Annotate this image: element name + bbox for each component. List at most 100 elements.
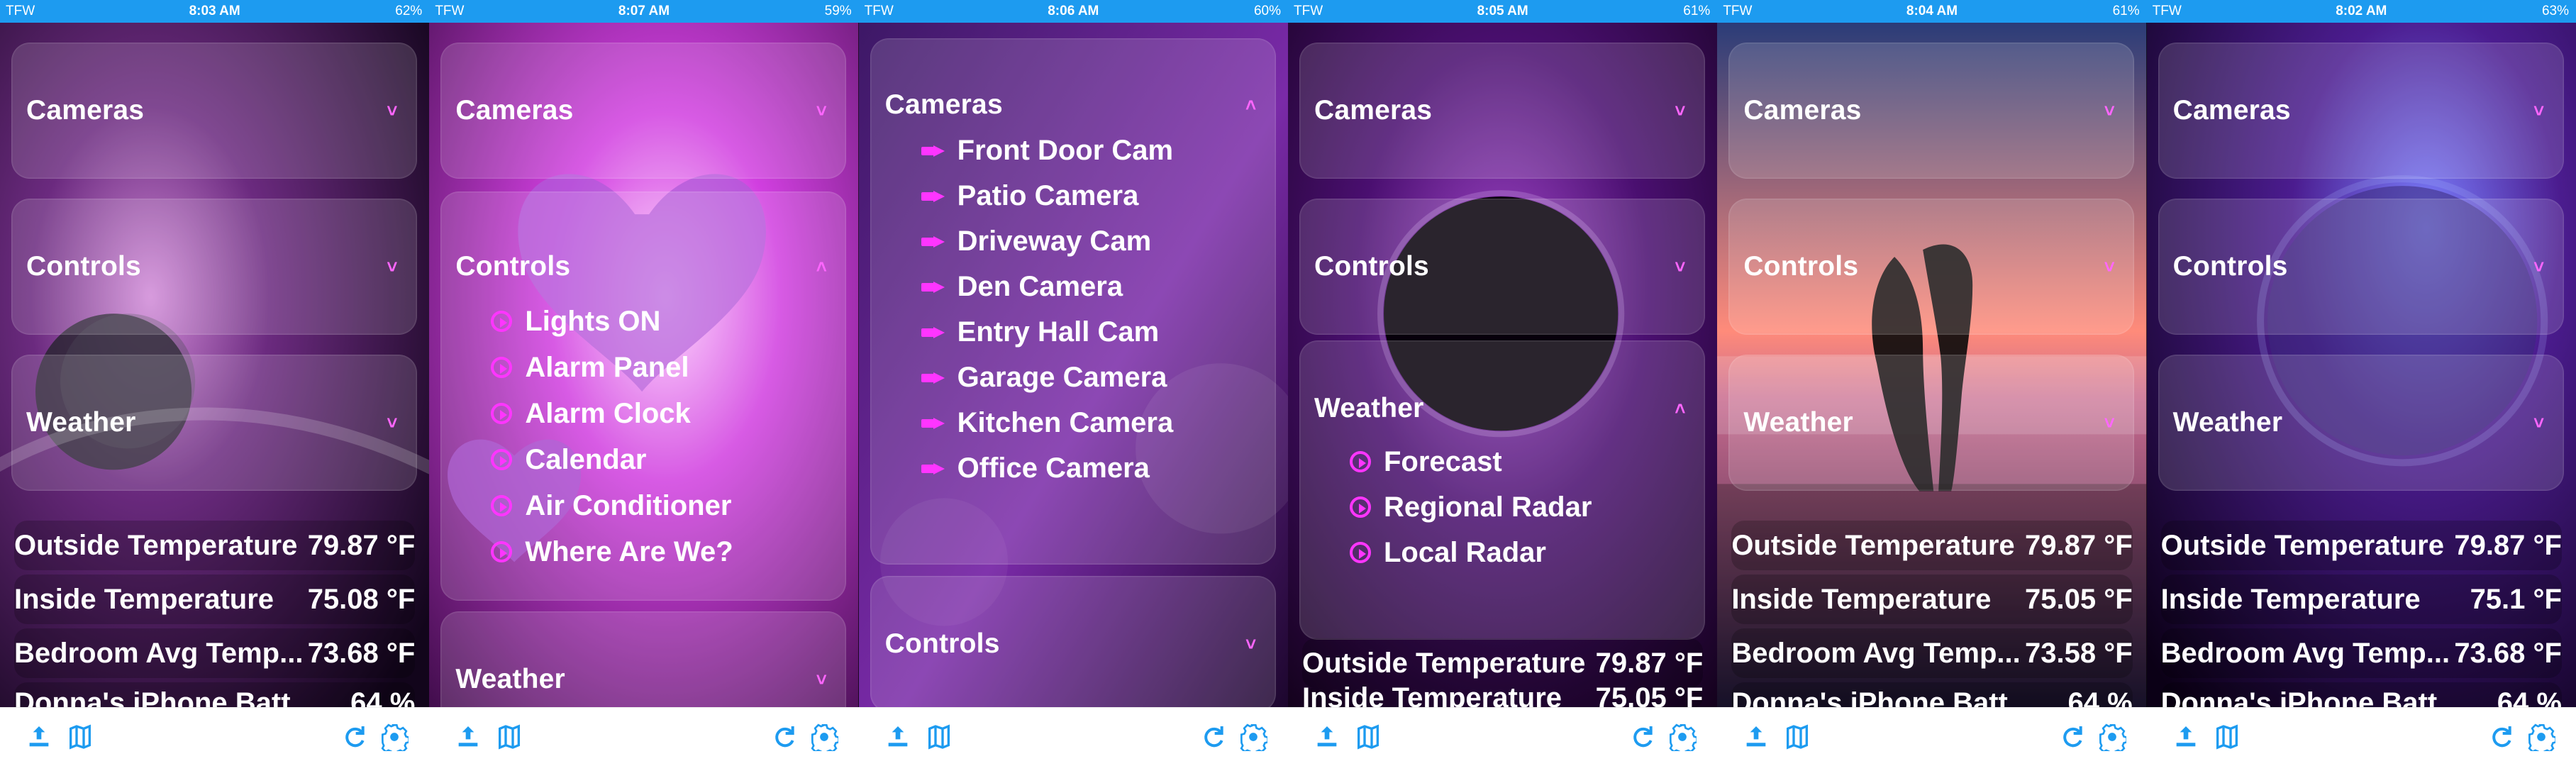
section-header[interactable]: Weather ˅ — [2173, 405, 2549, 440]
upload-icon[interactable] — [21, 719, 57, 755]
tile-inside-temperature[interactable]: Inside Temperature 75.1 °F — [2160, 574, 2562, 624]
section-cameras[interactable]: Cameras ˅ — [1728, 43, 2135, 179]
section-header[interactable]: Weather ˅ — [1743, 405, 2119, 440]
section-header[interactable]: Cameras ˅ — [2173, 93, 2549, 128]
gear-icon[interactable] — [2094, 719, 2130, 755]
chevron-down-icon[interactable]: ˅ — [2099, 100, 2119, 121]
weather-item[interactable]: Forecast — [1349, 446, 1502, 477]
chevron-down-icon[interactable]: ˅ — [1670, 256, 1690, 277]
gear-icon[interactable] — [2524, 719, 2559, 755]
tile-inside-temperature[interactable]: Inside Temperature 75.05 °F — [1731, 574, 2133, 624]
control-item[interactable]: Calendar — [491, 444, 647, 475]
control-item[interactable]: Air Conditioner — [491, 490, 731, 521]
tile-bedroom-temperature[interactable]: Bedroom Avg Temp... 73.68 °F — [14, 628, 416, 678]
map-icon[interactable] — [492, 719, 527, 755]
section-weather[interactable]: Weather ˅ — [440, 611, 847, 708]
control-item[interactable]: Alarm Clock — [491, 398, 691, 429]
chevron-up-icon[interactable]: ˄ — [1670, 398, 1690, 419]
section-cameras[interactable]: Cameras ˅ — [440, 43, 847, 179]
chevron-down-icon[interactable]: ˅ — [811, 100, 831, 121]
weather-item[interactable]: Regional Radar — [1349, 492, 1592, 523]
map-icon[interactable] — [62, 719, 98, 755]
section-weather[interactable]: Weather ˅ — [1728, 355, 2135, 491]
section-header[interactable]: Controls ˅ — [2173, 249, 2549, 284]
section-controls[interactable]: Controls ˄ Lights ON Alarm Panel Alarm C… — [440, 192, 847, 601]
tile-outside-temperature[interactable]: Outside Temperature 79.87 °F — [1301, 638, 1704, 688]
camera-item[interactable]: Garage Camera — [921, 362, 1167, 393]
chevron-down-icon[interactable]: ˅ — [382, 100, 402, 121]
section-header[interactable]: Controls ˅ — [26, 249, 402, 284]
upload-icon[interactable] — [880, 719, 916, 755]
chevron-down-icon[interactable]: ˅ — [2099, 256, 2119, 277]
section-header[interactable]: Cameras ˅ — [26, 93, 402, 128]
gear-icon[interactable] — [806, 719, 842, 755]
chevron-down-icon[interactable]: ˅ — [1670, 100, 1690, 121]
camera-item[interactable]: Kitchen Camera — [921, 407, 1173, 438]
section-controls[interactable]: Controls ˅ — [2158, 199, 2564, 335]
section-header[interactable]: Controls ˄ — [455, 249, 831, 284]
refresh-icon[interactable] — [767, 719, 802, 755]
section-header[interactable]: Controls ˅ — [885, 626, 1261, 662]
upload-icon[interactable] — [450, 719, 486, 755]
map-icon[interactable] — [2209, 719, 2245, 755]
tile-bedroom-temperature[interactable]: Bedroom Avg Temp... 73.58 °F — [1731, 628, 2133, 678]
upload-icon[interactable] — [2168, 719, 2204, 755]
section-header[interactable]: Weather ˄ — [1314, 391, 1690, 426]
tile-bedroom-temperature[interactable]: Bedroom Avg Temp... 73.68 °F — [2160, 628, 2562, 678]
camera-item[interactable]: Den Camera — [921, 271, 1123, 302]
section-header[interactable]: Cameras ˄ — [885, 87, 1261, 123]
section-cameras[interactable]: Cameras ˅ — [1299, 43, 1705, 179]
tile-outside-temperature[interactable]: Outside Temperature 79.87 °F — [14, 521, 416, 570]
section-header[interactable]: Controls ˅ — [1314, 249, 1690, 284]
tile-inside-temperature[interactable]: Inside Temperature 75.08 °F — [14, 574, 416, 624]
section-weather[interactable]: Weather ˅ — [11, 355, 417, 491]
refresh-icon[interactable] — [2484, 719, 2519, 755]
tile-inside-temperature[interactable]: Inside Temperature 75.05 °F — [1301, 682, 1704, 708]
gear-icon[interactable] — [1665, 719, 1700, 755]
control-item[interactable]: Where Are We? — [491, 536, 733, 567]
refresh-icon[interactable] — [1196, 719, 1231, 755]
control-item[interactable]: Lights ON — [491, 306, 660, 337]
chevron-down-icon[interactable]: ˅ — [1241, 633, 1261, 655]
section-header[interactable]: Controls ˅ — [1743, 249, 2119, 284]
refresh-icon[interactable] — [2055, 719, 2090, 755]
tile-outside-temperature[interactable]: Outside Temperature 79.87 °F — [1731, 521, 2133, 570]
map-icon[interactable] — [1350, 719, 1386, 755]
camera-item[interactable]: Office Camera — [921, 453, 1150, 484]
section-weather[interactable]: Weather ˅ — [2158, 355, 2564, 491]
camera-item[interactable]: Driveway Cam — [921, 226, 1151, 257]
section-controls[interactable]: Controls ˅ — [11, 199, 417, 335]
map-icon[interactable] — [921, 719, 957, 755]
chevron-up-icon[interactable]: ˄ — [811, 256, 831, 277]
section-controls[interactable]: Controls ˅ — [1299, 199, 1705, 335]
gear-icon[interactable] — [377, 719, 412, 755]
upload-icon[interactable] — [1738, 719, 1774, 755]
upload-icon[interactable] — [1309, 719, 1345, 755]
gear-icon[interactable] — [1236, 719, 1271, 755]
chevron-down-icon[interactable]: ˅ — [382, 412, 402, 433]
tile-iphone-battery[interactable]: Donna's iPhone Battery ... 64 % — [2160, 682, 2562, 708]
section-header[interactable]: Cameras ˅ — [1743, 93, 2119, 128]
refresh-icon[interactable] — [337, 719, 372, 755]
section-header[interactable]: Cameras ˅ — [455, 93, 831, 128]
chevron-down-icon[interactable]: ˅ — [811, 669, 831, 690]
chevron-down-icon[interactable]: ˅ — [2529, 412, 2549, 433]
tile-iphone-battery[interactable]: Donna's iPhone Battery ... 64 % — [1731, 682, 2133, 708]
control-item[interactable]: Alarm Panel — [491, 352, 689, 383]
tile-outside-temperature[interactable]: Outside Temperature 79.87 °F — [2160, 521, 2562, 570]
section-cameras[interactable]: Cameras ˅ — [11, 43, 417, 179]
camera-item[interactable]: Entry Hall Cam — [921, 316, 1159, 348]
section-controls[interactable]: Controls ˅ — [870, 576, 1276, 708]
section-cameras[interactable]: Cameras ˄ Front Door Cam Patio Camera Dr… — [870, 38, 1276, 565]
tile-iphone-battery[interactable]: Donna's iPhone Battery ... 64 % — [14, 682, 416, 708]
camera-item[interactable]: Front Door Cam — [921, 135, 1173, 166]
section-controls[interactable]: Controls ˅ — [1728, 199, 2135, 335]
section-cameras[interactable]: Cameras ˅ — [2158, 43, 2564, 179]
chevron-down-icon[interactable]: ˅ — [2529, 100, 2549, 121]
section-header[interactable]: Weather ˅ — [455, 662, 831, 697]
map-icon[interactable] — [1780, 719, 1815, 755]
section-header[interactable]: Cameras ˅ — [1314, 93, 1690, 128]
refresh-icon[interactable] — [1625, 719, 1660, 755]
camera-item[interactable]: Patio Camera — [921, 180, 1138, 211]
section-weather[interactable]: Weather ˄ Forecast Regional Radar Local … — [1299, 340, 1705, 640]
